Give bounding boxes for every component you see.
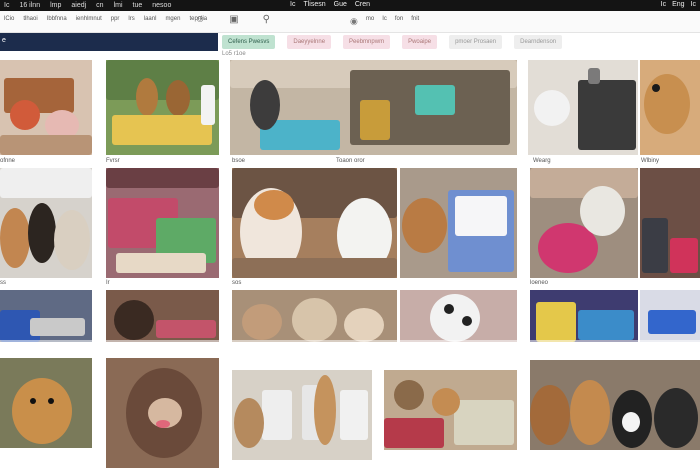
header-links: ◉ mo Ic fon fnit xyxy=(350,16,419,27)
filter-chip[interactable]: pmoer Prosaen xyxy=(449,35,503,49)
caption: ss xyxy=(0,280,6,286)
status-icon[interactable]: Ic xyxy=(661,1,666,8)
product-image-tile[interactable] xyxy=(106,290,219,342)
product-image-tile[interactable] xyxy=(0,60,92,155)
status-icon[interactable]: Ic xyxy=(691,1,696,8)
caption: Toaon oror xyxy=(336,158,365,164)
top-bar-item[interactable]: Ic xyxy=(290,1,295,8)
product-image-tile[interactable] xyxy=(530,360,700,450)
product-image-tile[interactable] xyxy=(384,370,517,450)
scroll-fade-overlay xyxy=(0,340,700,360)
caption: ofnne xyxy=(0,158,16,164)
category-banner[interactable]: e xyxy=(0,33,218,51)
product-image-tile[interactable] xyxy=(0,290,92,342)
nav-item[interactable]: Ibbfnna xyxy=(47,16,67,22)
product-image-tile[interactable] xyxy=(530,290,638,342)
header-link[interactable]: fnit xyxy=(411,16,419,27)
top-bar-item[interactable]: Tlisesn xyxy=(303,1,325,8)
system-top-bar: Ic 16 ilnn lmp aiedj cn lmi tue nesoo Ic… xyxy=(0,0,700,11)
caption: Fvrsr xyxy=(106,158,120,164)
header-link[interactable]: fon xyxy=(395,16,403,27)
top-bar-right-items: Ic Eng Ic xyxy=(661,1,696,8)
caption: sos xyxy=(232,280,242,286)
nav-item[interactable]: tlhaoi xyxy=(23,16,37,22)
product-image-tile[interactable] xyxy=(106,168,219,278)
top-bar-item[interactable]: lmi xyxy=(114,2,123,9)
top-bar-item[interactable]: aiedj xyxy=(71,2,86,9)
top-bar-item[interactable]: nesoo xyxy=(152,2,171,9)
header-link[interactable]: Ic xyxy=(382,16,387,27)
bag-icon[interactable]: ▣ xyxy=(229,14,238,25)
header-link[interactable]: mo xyxy=(366,16,374,27)
nav-item[interactable]: lrs xyxy=(128,16,134,22)
product-image-tile[interactable] xyxy=(640,290,700,342)
top-bar-item[interactable]: 16 ilnn xyxy=(19,2,40,9)
filter-chip[interactable]: Peebmnpwm xyxy=(343,35,391,49)
product-image-tile[interactable] xyxy=(106,358,219,468)
product-image-tile[interactable] xyxy=(640,60,700,155)
filter-chip[interactable]: Cefens Pwesvs xyxy=(222,35,276,49)
product-image-tile[interactable] xyxy=(232,370,372,460)
product-image-tile[interactable] xyxy=(232,290,397,342)
product-image-tile[interactable] xyxy=(640,168,700,278)
product-image-tile[interactable] xyxy=(400,168,517,278)
caption: bsoe xyxy=(232,158,246,164)
top-bar-left-items: Ic 16 ilnn lmp aiedj cn lmi tue nesoo xyxy=(4,2,171,9)
product-image-tile[interactable] xyxy=(400,290,517,342)
top-bar-item[interactable]: Ic xyxy=(4,2,9,9)
product-image-tile[interactable] xyxy=(528,60,638,155)
product-image-tile[interactable] xyxy=(0,168,92,278)
nav-item[interactable]: lCio xyxy=(4,16,14,22)
user-icon[interactable]: ☺ xyxy=(195,14,205,25)
banner-text: e xyxy=(2,37,6,44)
product-image-tile[interactable] xyxy=(0,358,92,448)
top-bar-item[interactable]: Gue xyxy=(334,1,347,8)
results-count: Lo5 r1oe xyxy=(222,51,246,57)
product-image-tile[interactable] xyxy=(530,168,638,278)
caption: Ir xyxy=(106,280,110,286)
nav-item[interactable]: laanl xyxy=(144,16,157,22)
product-image-tile[interactable] xyxy=(230,60,517,155)
nav-item[interactable]: mgen xyxy=(165,16,180,22)
top-bar-mid-items: Ic Tlisesn Gue Cren xyxy=(290,1,370,8)
nav-item[interactable]: ienhlmnut xyxy=(76,16,102,22)
product-image-tile[interactable] xyxy=(106,60,219,155)
filter-chip[interactable]: Daeyyelnne xyxy=(287,35,332,49)
top-bar-item[interactable]: Cren xyxy=(355,1,370,8)
product-image-tile[interactable] xyxy=(232,168,397,278)
filter-chip[interactable]: Pwoaipe xyxy=(402,35,438,49)
top-bar-item[interactable]: lmp xyxy=(50,2,61,9)
header-nav: lCio tlhaoi Ibbfnna ienhlmnut ppr lrs la… xyxy=(4,16,207,22)
language-indicator[interactable]: Eng xyxy=(672,1,684,8)
site-header: lCio tlhaoi Ibbfnna ienhlmnut ppr lrs la… xyxy=(0,11,700,33)
top-bar-item[interactable]: tue xyxy=(133,2,143,9)
eye-icon[interactable]: ◉ xyxy=(350,16,358,27)
nav-item[interactable]: ppr xyxy=(111,16,120,22)
caption: Wlbiny xyxy=(641,158,660,164)
pin-icon[interactable]: ⚲ xyxy=(263,14,270,25)
top-bar-item[interactable]: cn xyxy=(96,2,103,9)
caption: loeneo xyxy=(530,280,549,286)
header-icons: ☺ ▣ ⚲ xyxy=(195,14,270,25)
filter-chip[interactable]: Dearndenson xyxy=(514,35,563,49)
caption: Wearg xyxy=(533,158,551,164)
filter-chips: Cefens Pwesvs Daeyyelnne Peebmnpwm Pwoai… xyxy=(222,33,563,51)
